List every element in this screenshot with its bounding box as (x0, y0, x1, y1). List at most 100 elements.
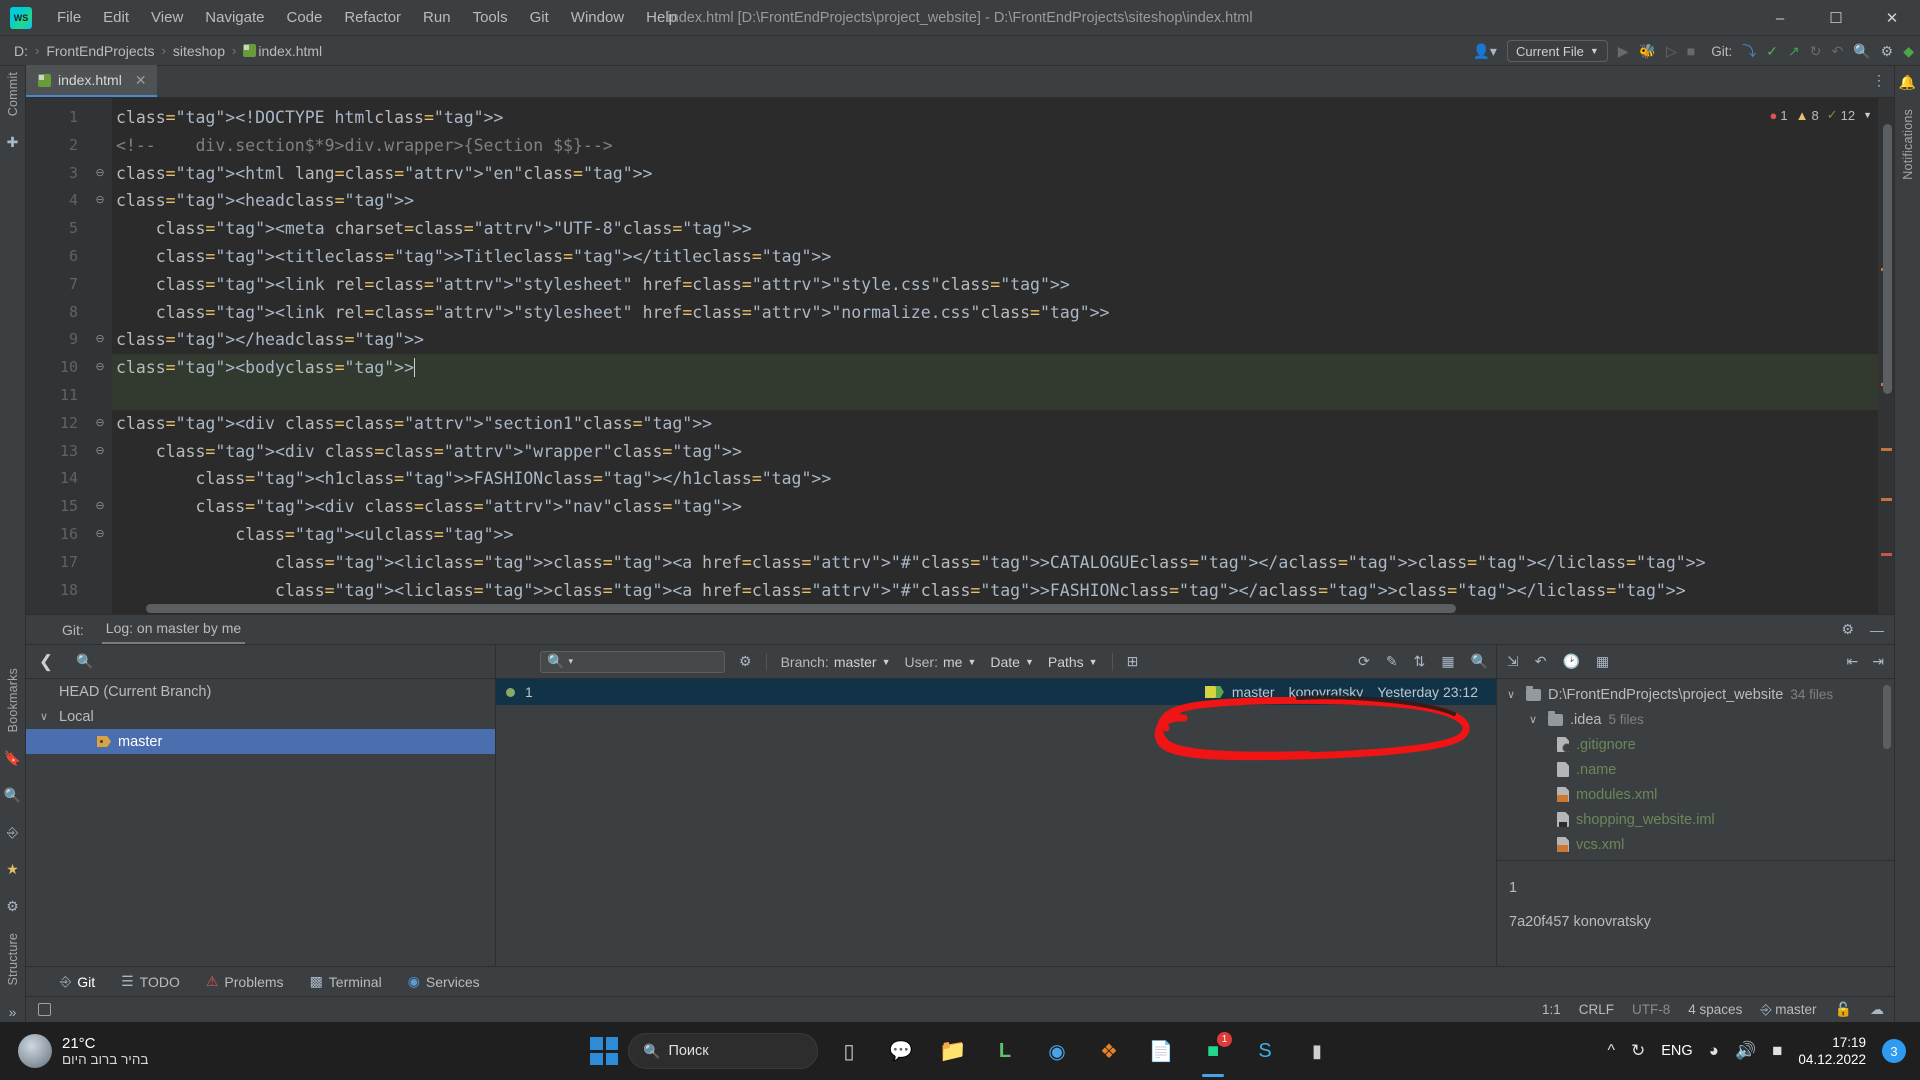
code-line[interactable]: class="tag"><ulclass="tag">> (112, 521, 1878, 549)
menu-item-run[interactable]: Run (412, 6, 462, 29)
file-tree-item[interactable]: .gitignore (1497, 732, 1894, 757)
error-count[interactable]: ● 1 (1770, 108, 1788, 123)
caret-position[interactable]: 1:1 (1542, 1002, 1561, 1017)
menu-item-view[interactable]: View (140, 6, 194, 29)
skype-icon[interactable]: S (1244, 1030, 1286, 1072)
fold-toggle-icon[interactable]: ⊖ (88, 160, 112, 188)
inspection-chevron-icon[interactable]: ▼ (1863, 110, 1872, 120)
code-line[interactable]: class="tag"><div class=class="attrv">"wr… (112, 438, 1878, 466)
fold-toggle-icon[interactable]: ⊖ (88, 187, 112, 215)
stop-icon[interactable]: ■ (1687, 43, 1695, 59)
tool-button-services[interactable]: ◉ Services (408, 973, 480, 990)
code-line[interactable]: class="tag"><titleclass="tag">>Titleclas… (112, 243, 1878, 271)
editor-tab-indexhtml[interactable]: index.html ✕ (26, 65, 157, 97)
wifi-icon[interactable]: ◕ (1709, 1041, 1719, 1061)
branch-tree-row[interactable]: master (26, 729, 495, 754)
line-separator[interactable]: CRLF (1579, 1002, 1614, 1017)
battery-icon[interactable]: ■ (1772, 1041, 1782, 1061)
code-line[interactable]: class="tag"><bodyclass="tag">> (112, 354, 1878, 382)
notifications-bell-icon[interactable]: 🔔 (1899, 74, 1916, 91)
code-line[interactable]: class="tag"><link rel=class="attrv">"sty… (112, 299, 1878, 327)
marker-warning[interactable] (1881, 498, 1892, 501)
bookmark-icon[interactable]: 🔖 (4, 750, 21, 767)
code-text-area[interactable]: class="tag"><!DOCTYPE htmlclass="tag">><… (112, 98, 1878, 614)
history-icon[interactable]: ↻ (1810, 43, 1822, 60)
filter-paths[interactable]: Paths ▼ (1048, 654, 1098, 670)
file-tree-item[interactable]: .name (1497, 757, 1894, 782)
branch-filter-input[interactable]: 🔍 (68, 653, 495, 670)
breadcrumb-item-frontendprojects[interactable]: FrontEndProjects (46, 43, 154, 59)
file-tree-item[interactable]: modules.xml (1497, 782, 1894, 807)
branch-tree-row[interactable]: ∨Local (26, 704, 495, 729)
close-tab-icon[interactable]: ✕ (135, 72, 147, 89)
notepad-icon[interactable]: 📄 (1140, 1030, 1182, 1072)
menu-item-code[interactable]: Code (275, 6, 333, 29)
breadcrumb-drive[interactable]: D: (14, 43, 28, 59)
taskview-icon[interactable]: ▯ (828, 1030, 870, 1072)
find-icon[interactable]: 🔍 (4, 787, 21, 804)
weak-warning-count[interactable]: ✓ 12 (1827, 107, 1855, 123)
menu-item-refactor[interactable]: Refactor (333, 6, 412, 29)
expand-pane-icon[interactable]: ⇥ (1872, 653, 1884, 670)
editor-marker-bar[interactable] (1878, 98, 1894, 614)
chevron-down-icon[interactable]: ∨ (1507, 688, 1519, 701)
maximize-button[interactable]: ☐ (1808, 0, 1864, 36)
settings-gear-icon[interactable]: ⚙ (1881, 43, 1894, 60)
filter-date[interactable]: Date ▼ (990, 654, 1034, 670)
code-line[interactable]: class="tag"><div class=class="attrv">"se… (112, 410, 1878, 438)
code-line[interactable]: class="tag"><!DOCTYPE htmlclass="tag">> (112, 104, 1878, 132)
chrome-icon[interactable]: ◉ (1036, 1030, 1078, 1072)
changed-files-tree[interactable]: ∨D:\FrontEndProjects\project_website34 f… (1497, 679, 1894, 860)
git-log-tab[interactable]: Log: on master by me (102, 616, 245, 644)
tool-button-todo[interactable]: ☰ TODO (121, 973, 180, 990)
orange-app-icon[interactable]: ❖ (1088, 1030, 1130, 1072)
tool-button-terminal[interactable]: ▩ Terminal (310, 973, 382, 990)
fold-toggle-icon[interactable]: ⊖ (88, 326, 112, 354)
close-button[interactable]: ✕ (1864, 0, 1920, 36)
update-project-icon[interactable]: ⤵ (1742, 41, 1756, 61)
code-line[interactable] (112, 382, 1878, 410)
file-tree-item[interactable]: shopping_website.iml (1497, 807, 1894, 832)
marker-warning[interactable] (1881, 448, 1892, 451)
stripe-item-notifications[interactable]: Notifications (1901, 109, 1915, 180)
code-line[interactable]: class="tag"></headclass="tag">> (112, 326, 1878, 354)
commit-check-icon[interactable]: ✓ (1766, 43, 1778, 60)
fold-toggle-icon[interactable]: ⊖ (88, 521, 112, 549)
code-line[interactable]: class="tag"><liclass="tag">>class="tag">… (112, 549, 1878, 577)
menu-item-help[interactable]: Help (635, 6, 688, 29)
fold-toggle-icon[interactable]: ⊖ (88, 493, 112, 521)
git-branch-widget[interactable]: ⎆ master (1760, 1001, 1816, 1018)
stripe-item-commit[interactable]: Commit (6, 72, 20, 116)
more-options-icon[interactable]: ⋮ (1872, 72, 1886, 89)
revert-icon[interactable]: ↶ (1535, 653, 1547, 670)
fold-toggle-icon[interactable]: ⊖ (88, 410, 112, 438)
code-folding-gutter[interactable]: ⊖⊖⊖⊖⊖⊖⊖⊖ (88, 98, 112, 614)
branch-small-icon[interactable]: ⎆ (7, 824, 18, 841)
push-icon[interactable]: ↗ (1788, 43, 1800, 60)
editor-vertical-scrollbar[interactable] (1883, 124, 1892, 394)
hide-tool-window-icon[interactable]: — (1870, 622, 1884, 638)
editor-horizontal-scrollbar[interactable] (146, 604, 1456, 613)
menu-item-file[interactable]: File (46, 6, 92, 29)
run-coverage-icon[interactable]: ▷ (1666, 43, 1677, 60)
filter-user[interactable]: User: me ▼ (905, 654, 977, 670)
favorites-star-icon[interactable]: ★ (6, 861, 19, 878)
file-tree-root[interactable]: ∨D:\FrontEndProjects\project_website34 f… (1497, 682, 1894, 707)
file-tree-item[interactable]: vcs.xml (1497, 832, 1894, 857)
compact-view-icon[interactable]: ▦ (1441, 653, 1454, 670)
minimize-button[interactable]: – (1752, 0, 1808, 36)
highlight-icon[interactable]: ✎ (1386, 653, 1398, 670)
code-line[interactable]: class="tag"><liclass="tag">>class="tag">… (112, 577, 1878, 605)
more-tools-icon[interactable]: » (9, 1004, 17, 1020)
breadcrumb-item-siteshop[interactable]: siteshop (173, 43, 225, 59)
unlock-icon[interactable]: 🔓 (1835, 1001, 1852, 1018)
code-line[interactable]: class="tag"><div class=class="attrv">"na… (112, 493, 1878, 521)
git-settings-gear-icon[interactable]: ⚙ (1841, 621, 1854, 638)
chevron-down-icon[interactable]: ∨ (40, 710, 52, 723)
stripe-item-structure[interactable]: Structure (6, 933, 20, 986)
plugin-icon[interactable]: ◆ (1903, 43, 1914, 60)
clock-widget[interactable]: 17:19 04.12.2022 (1798, 1034, 1866, 1068)
code-line[interactable]: class="tag"><headclass="tag">> (112, 187, 1878, 215)
tool-button-git[interactable]: ⎆ Git (60, 973, 95, 990)
code-line[interactable]: class="tag"><html lang=class="attrv">"en… (112, 160, 1878, 188)
